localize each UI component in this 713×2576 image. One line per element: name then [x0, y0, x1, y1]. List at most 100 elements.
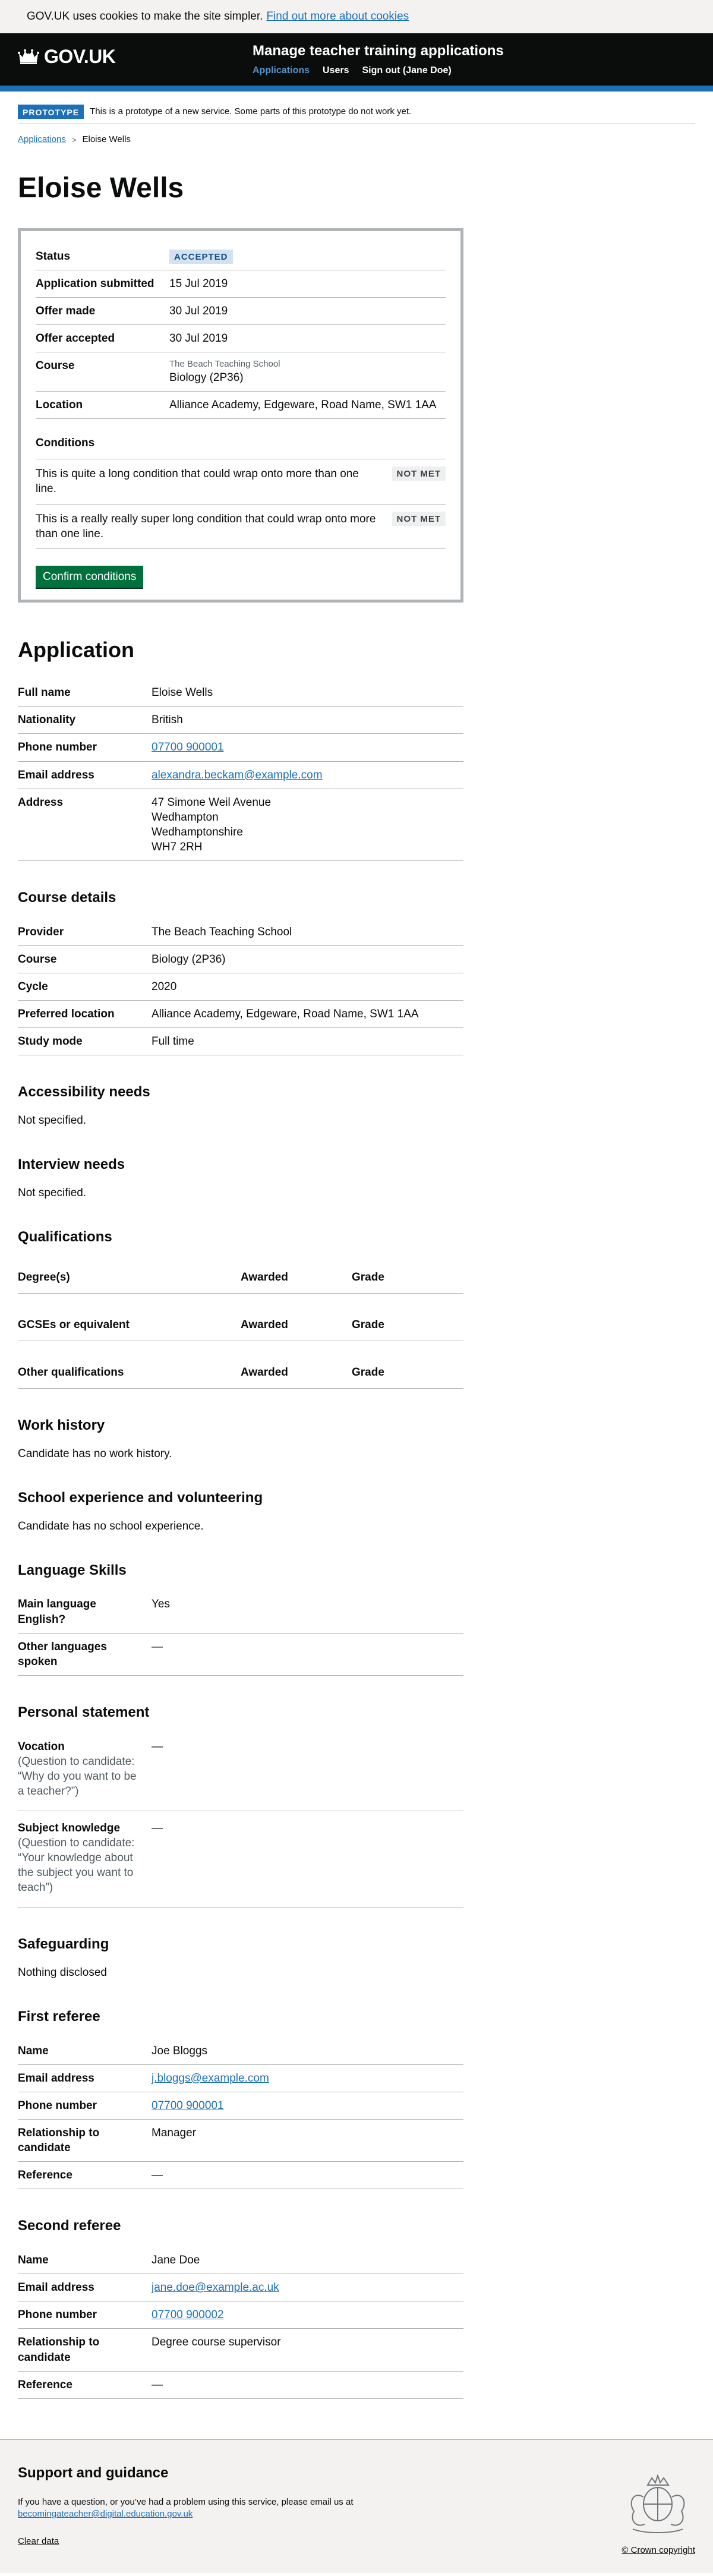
service-name[interactable]: Manage teacher training applications: [253, 42, 504, 61]
footer-text: If you have a question, or you’ve had a …: [18, 2497, 354, 2508]
copyright-link[interactable]: © Crown copyright: [621, 2545, 695, 2556]
cookie-banner: GOV.UK uses cookies to make the site sim…: [0, 0, 713, 33]
summary-row: Email address j.bloggs@example.com: [18, 2065, 463, 2093]
confirm-conditions-button[interactable]: Confirm conditions: [36, 565, 144, 588]
row-key: Phone number: [18, 2309, 97, 2322]
qualification-row: Other qualifications Awarded Grade: [18, 1359, 463, 1389]
address-line: 47 Simone Weil Avenue: [152, 796, 272, 809]
govuk-logo[interactable]: GOV.UK: [18, 44, 116, 69]
row-value: Biology (2P36): [152, 953, 226, 966]
row-key: Address: [18, 796, 64, 809]
chevron-right-icon: >: [71, 135, 77, 144]
cookie-message: GOV.UK uses cookies to make the site sim…: [27, 10, 263, 23]
qualification-grade: Grade: [352, 1366, 384, 1379]
row-key: Preferred location: [18, 1007, 115, 1020]
condition-text: This is quite a long condition that coul…: [36, 468, 359, 496]
row-value: 30 Jul 2019: [169, 332, 228, 345]
application-summary: Full name Eloise Wells Nationality Briti…: [18, 679, 463, 861]
breadcrumb: Applications > Eloise Wells: [18, 134, 695, 146]
vocation-value: —: [152, 1740, 163, 1753]
summary-row: Relationship to candidate Degree course …: [18, 2329, 463, 2372]
row-value: —: [152, 1640, 163, 1653]
interview-heading: Interview needs: [18, 1156, 125, 1172]
row-key: Relationship to candidate: [18, 2127, 100, 2155]
summary-row: Other languages spoken —: [18, 1634, 463, 1676]
header-blue-bar: [0, 86, 713, 92]
status-label: Status: [36, 250, 71, 263]
row-key: Phone number: [18, 741, 97, 754]
row-key: Name: [18, 2254, 49, 2267]
second-referee-heading: Second referee: [18, 2218, 121, 2234]
support-email-link[interactable]: becomingateacher@digital.education.gov.u…: [18, 2509, 193, 2519]
row-key: Name: [18, 2044, 49, 2057]
vocation-label: Vocation: [18, 1740, 65, 1753]
subject-knowledge-hint: (Question to candidate: “Your knowledge …: [18, 1836, 135, 1894]
row-key: Reference: [18, 2378, 72, 2391]
qualifications-heading: Qualifications: [18, 1228, 112, 1245]
qualification-grade: Grade: [352, 1318, 384, 1331]
accessibility-heading: Accessibility needs: [18, 1084, 150, 1101]
condition-row: This is a really really super long condi…: [36, 505, 446, 549]
row-key: Offer made: [36, 305, 96, 318]
referee-phone-link[interactable]: 07700 900002: [152, 2309, 224, 2321]
row-key: Phone number: [18, 2099, 97, 2112]
condition-row: This is quite a long condition that coul…: [36, 459, 446, 505]
condition-text: This is a really really super long condi…: [36, 512, 376, 540]
phase-banner: PROTOTYPE This is a prototype of a new s…: [18, 97, 695, 125]
summary-row: Course The Beach Teaching School Biology…: [36, 352, 446, 392]
summary-row: Phone number 07700 900001: [18, 2092, 463, 2120]
row-value: —: [152, 2169, 163, 2182]
summary-row: Relationship to candidate Manager: [18, 2120, 463, 2162]
conditions-heading: Conditions: [36, 437, 95, 450]
row-key: Email address: [18, 2281, 94, 2294]
location-label: Location: [36, 399, 83, 412]
summary-row: Status ACCEPTED: [36, 243, 446, 271]
row-value: The Beach Teaching School: [152, 925, 292, 938]
summary-row: Name Joe Bloggs: [18, 2038, 463, 2066]
summary-row: Nationality British: [18, 707, 463, 734]
qualifications-table: Degree(s) Awarded Grade GCSEs or equival…: [18, 1264, 695, 1389]
subject-knowledge-label: Subject knowledge: [18, 1821, 121, 1834]
email-link[interactable]: alexandra.beckam@example.com: [152, 769, 323, 781]
accessibility-text: Not specified.: [18, 1114, 87, 1127]
condition-status-badge: NOT MET: [392, 511, 446, 526]
row-key: Main language English?: [18, 1598, 96, 1626]
row-key: Full name: [18, 686, 71, 699]
referee-email-link[interactable]: j.bloggs@example.com: [152, 2072, 269, 2085]
school-experience-heading: School experience and volunteering: [18, 1489, 263, 1506]
condition-status-badge: NOT MET: [392, 466, 446, 481]
row-value: Full time: [152, 1035, 194, 1048]
course-details-heading: Course details: [18, 889, 116, 906]
interview-text: Not specified.: [18, 1186, 87, 1199]
nav-sign-out[interactable]: Sign out (Jane Doe): [362, 64, 452, 77]
vocation-hint: (Question to candidate: “Why do you want…: [18, 1755, 137, 1798]
summary-row: Phone number 07700 900001: [18, 734, 463, 762]
summary-row: Cycle 2020: [18, 973, 463, 1001]
summary-row: Name Jane Doe: [18, 2247, 463, 2275]
qualification-grade: Grade: [352, 1270, 384, 1284]
header-nav: Applications Users Sign out (Jane Doe): [253, 64, 452, 77]
nav-users[interactable]: Users: [323, 64, 349, 77]
summary-row: Vocation (Question to candidate: “Why do…: [18, 1733, 463, 1811]
summary-row: Email address jane.doe@example.ac.uk: [18, 2274, 463, 2302]
first-referee-heading: First referee: [18, 2009, 100, 2025]
referee-email-link[interactable]: jane.doe@example.ac.uk: [152, 2281, 279, 2294]
language-heading: Language Skills: [18, 1562, 127, 1578]
address-line: Wedhamptonshire: [152, 825, 243, 838]
qualification-row: Degree(s) Awarded Grade: [18, 1264, 463, 1294]
main-container: PROTOTYPE This is a prototype of a new s…: [0, 97, 713, 2399]
clear-data-link[interactable]: Clear data: [18, 2536, 59, 2546]
course-name: Biology (2P36): [169, 371, 244, 384]
breadcrumb-applications[interactable]: Applications: [18, 134, 66, 146]
course-provider: The Beach Teaching School: [169, 359, 280, 370]
second-referee-summary: Name Jane Doe Email address jane.doe@exa…: [18, 2247, 463, 2399]
cookie-link[interactable]: Find out more about cookies: [266, 9, 409, 24]
phone-link[interactable]: 07700 900001: [152, 741, 224, 753]
royal-crest-icon: [630, 2473, 685, 2533]
personal-statement-heading: Personal statement: [18, 1704, 150, 1720]
nav-applications[interactable]: Applications: [253, 64, 310, 77]
course-label: Course: [36, 360, 75, 373]
row-value: 2020: [152, 980, 177, 993]
work-history-text: Candidate has no work history.: [18, 1447, 172, 1460]
referee-phone-link[interactable]: 07700 900001: [152, 2099, 224, 2112]
